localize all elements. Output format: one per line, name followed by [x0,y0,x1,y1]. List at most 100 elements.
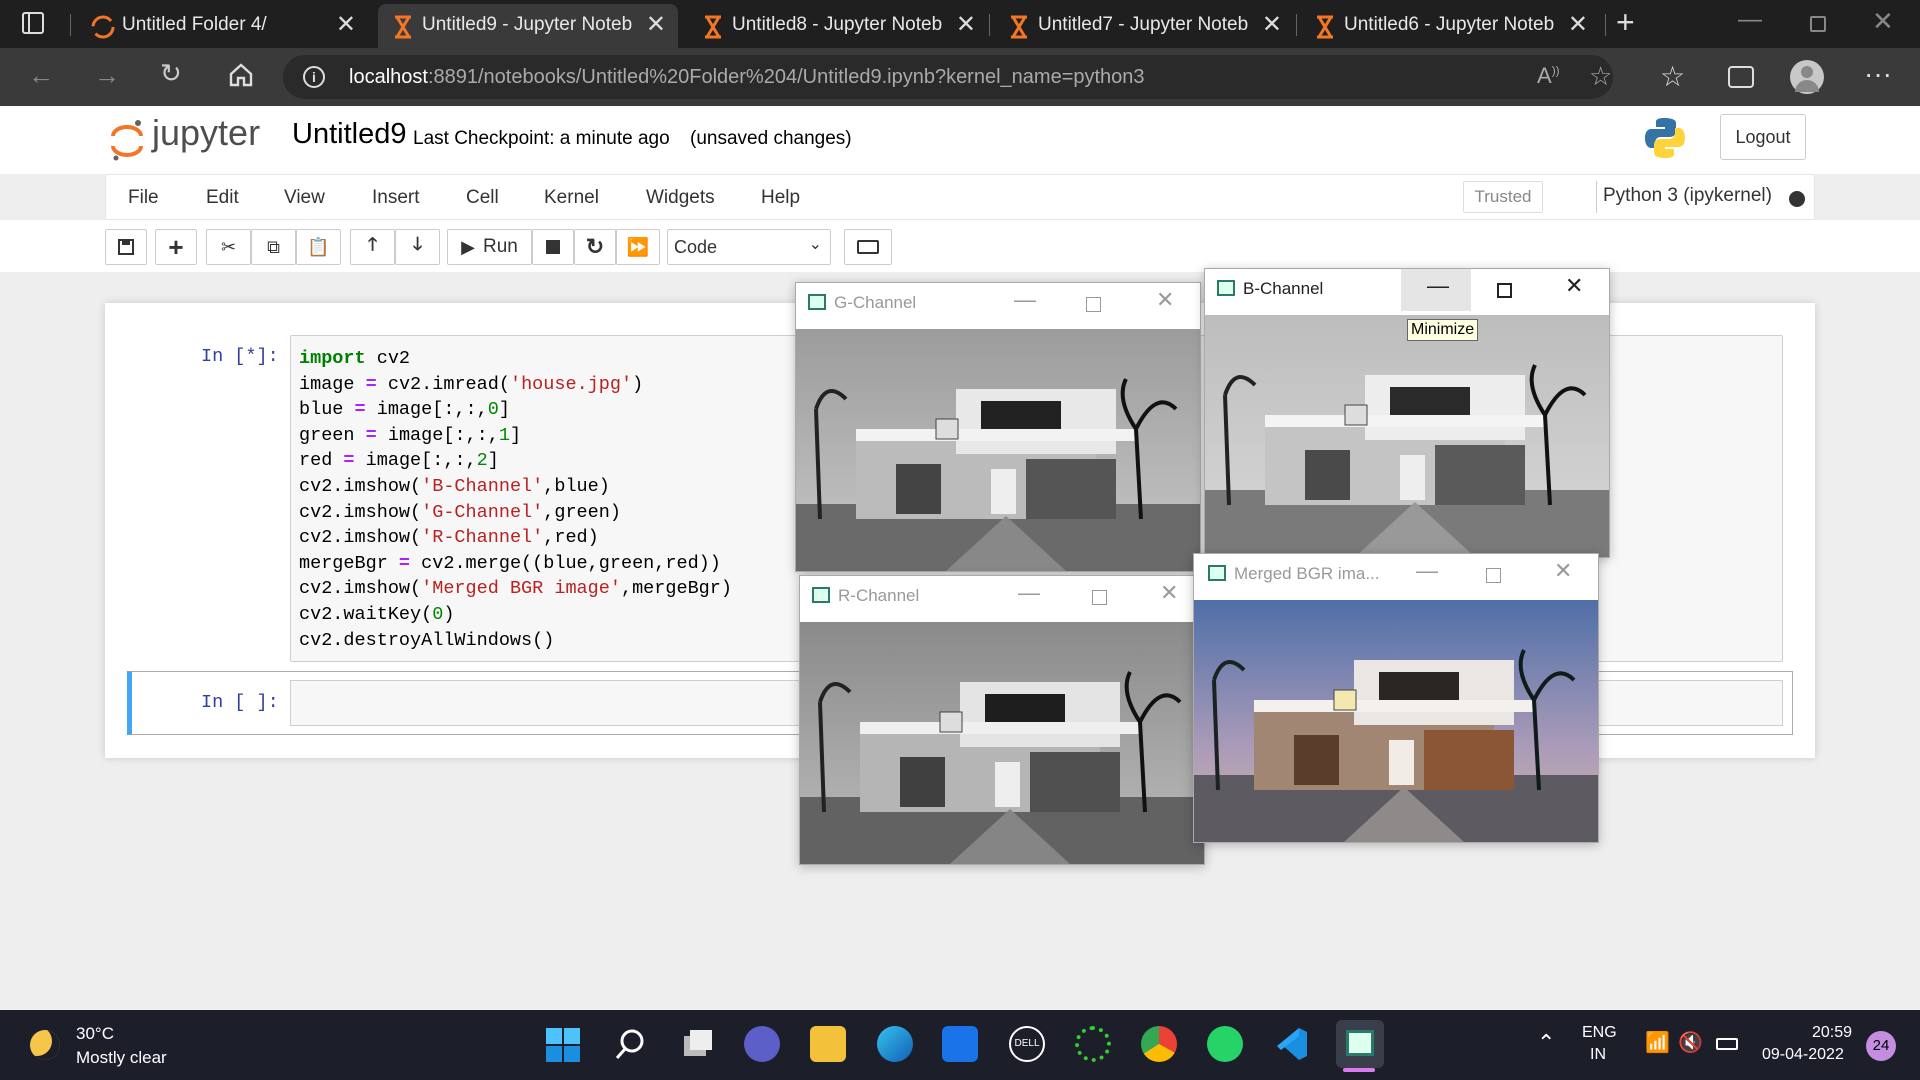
trusted-indicator[interactable]: Trusted [1463,181,1543,213]
close-tab-icon[interactable]: ✕ [336,10,356,39]
tab-untitled8[interactable]: Untitled8 - Jupyter Notebo ✕ [688,4,988,48]
r-channel-window[interactable]: R-Channel — ✕ [799,575,1205,865]
weather-condition[interactable]: Mostly clear [76,1048,167,1068]
tab-untitled7[interactable]: Untitled7 - Jupyter Notebo ✕ [994,4,1294,48]
minimize-icon[interactable]: — [1014,287,1036,313]
minimize-icon[interactable]: — [1416,558,1438,584]
notebook-name[interactable]: Untitled9 [292,118,406,151]
b-channel-window[interactable]: B-Channel — ✕ Minimize [1204,268,1610,558]
merged-bgr-window[interactable]: Merged BGR ima... — ✕ [1193,553,1599,843]
close-tab-icon[interactable]: ✕ [956,10,976,39]
maximize-icon[interactable] [1092,590,1107,605]
weather-moon-icon[interactable] [30,1030,60,1060]
start-windows-icon[interactable] [546,1028,580,1062]
g-channel-window[interactable]: G-Channel — ✕ [795,282,1201,572]
close-icon[interactable]: ✕ [1156,287,1174,313]
settings-more-icon[interactable]: ··· [1864,58,1892,90]
close-icon[interactable]: ✕ [1160,580,1178,606]
whatsapp-icon[interactable] [1207,1026,1243,1062]
move-up-button[interactable]: 🡑 [350,229,395,265]
insert-cell-button[interactable]: + [155,229,197,265]
show-hidden-icons[interactable]: ⌃ [1537,1030,1555,1056]
close-icon[interactable]: ✕ [1565,273,1583,299]
logout-button[interactable]: Logout [1720,114,1806,160]
tab-untitled9[interactable]: Untitled9 - Jupyter Notebo ✕ [378,4,678,48]
cleanup-app-icon[interactable] [1075,1026,1111,1062]
clock-time[interactable]: 20:59 [1812,1024,1852,1042]
menu-edit[interactable]: Edit [206,187,239,209]
restart-run-all-button[interactable]: ⏩ [616,229,660,265]
tab-untitled6[interactable]: Untitled6 - Jupyter Notebo ✕ [1300,4,1600,48]
language-line1[interactable]: ENG [1582,1024,1617,1042]
window-minimize-icon[interactable]: — [1738,6,1762,34]
back-icon[interactable]: ← [28,60,54,91]
close-tab-icon[interactable]: ✕ [1262,10,1282,39]
edge-browser-icon[interactable] [877,1026,913,1062]
battery-icon[interactable] [1716,1038,1738,1050]
jupyter-logo-icon[interactable] [108,118,146,167]
copy-icon: ⧉ [267,236,280,257]
new-tab-icon[interactable]: + [1616,4,1635,41]
site-info-icon[interactable]: i [303,66,325,88]
volume-muted-icon[interactable]: 🔇 [1678,1030,1703,1055]
profile-avatar[interactable] [1790,60,1824,94]
close-icon[interactable]: ✕ [1554,558,1572,584]
language-line2[interactable]: IN [1590,1046,1606,1064]
add-favorite-icon[interactable]: ☆ [1589,61,1612,92]
command-palette-button[interactable] [844,229,892,265]
window-restore-icon[interactable] [1810,16,1826,32]
mail-icon[interactable] [942,1026,978,1062]
opencv-window-icon [1208,565,1226,581]
url-text: localhost:8891/notebooks/Untitled%20Fold… [349,66,1145,89]
tab-untitled-folder[interactable]: Untitled Folder 4/ ✕ [78,4,368,48]
minimize-icon[interactable]: — [1427,273,1449,299]
address-bar[interactable]: i localhost:8891/notebooks/Untitled%20Fo… [283,55,1613,99]
move-down-button[interactable]: 🡓 [395,229,440,265]
minimize-icon[interactable]: — [1018,580,1040,606]
maximize-icon[interactable] [1086,297,1101,312]
close-tab-icon[interactable]: ✕ [646,10,666,39]
search-icon[interactable] [612,1026,648,1062]
paste-button[interactable]: 📋 [296,229,341,265]
dell-icon[interactable]: DELL [1009,1026,1045,1062]
kernel-name[interactable]: Python 3 (ipykernel) [1603,185,1772,207]
menu-cell[interactable]: Cell [466,187,499,209]
copy-button[interactable]: ⧉ [251,229,296,265]
save-button[interactable] [105,229,147,265]
restart-button[interactable]: ↻ [574,229,616,265]
cut-button[interactable]: ✂ [206,229,251,265]
code-editor-1[interactable]: import cv2 image = cv2.imread('house.jpg… [299,346,732,653]
task-view-icon[interactable] [680,1026,716,1062]
window-close-icon[interactable]: ✕ [1872,6,1894,37]
menu-view[interactable]: View [284,187,325,209]
interrupt-button[interactable] [532,229,574,265]
wifi-icon[interactable]: 📶 [1645,1030,1670,1055]
maximize-icon[interactable] [1486,568,1501,583]
menu-insert[interactable]: Insert [372,187,420,209]
vscode-icon[interactable] [1273,1026,1309,1062]
weather-temp[interactable]: 30°C [76,1024,114,1044]
file-explorer-icon[interactable] [810,1026,846,1062]
home-icon[interactable] [228,62,254,95]
read-aloud-icon[interactable]: A)) [1537,63,1560,89]
menu-help[interactable]: Help [761,187,800,209]
favorites-icon[interactable]: ☆ [1660,60,1685,93]
chrome-icon[interactable] [1141,1026,1177,1062]
menu-widgets[interactable]: Widgets [646,187,715,209]
clock-date[interactable]: 09-04-2022 [1762,1046,1844,1064]
teams-chat-icon[interactable] [744,1026,780,1062]
cell-type-select[interactable]: Code ⌄ [667,229,831,265]
maximize-icon[interactable] [1497,283,1512,298]
tab-actions-icon[interactable] [22,12,44,34]
run-button[interactable]: ▶ Run [447,229,532,265]
notification-badge[interactable]: 24 [1866,1031,1896,1061]
forward-icon[interactable]: → [94,60,120,91]
opencv-app-icon[interactable] [1336,1020,1384,1068]
menu-file[interactable]: File [128,187,159,209]
close-tab-icon[interactable]: ✕ [1568,10,1588,39]
kernel-divider [1596,181,1597,213]
menu-kernel[interactable]: Kernel [544,187,599,209]
refresh-icon[interactable]: ↻ [160,58,182,89]
jupyter-favicon-icon [90,14,116,46]
collections-icon[interactable] [1728,66,1754,88]
